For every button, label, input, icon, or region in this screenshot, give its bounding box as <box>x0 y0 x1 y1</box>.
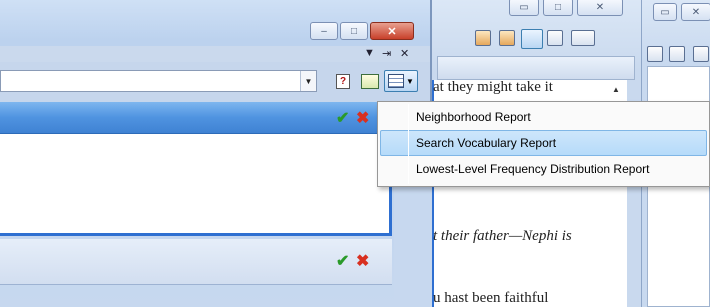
menu-item-frequency-distribution-report[interactable]: Lowest-Level Frequency Distribution Repo… <box>380 156 707 182</box>
chevron-down-icon[interactable]: ▼ <box>300 71 316 91</box>
scroll-up-arrow-icon[interactable]: ▲ <box>609 81 623 97</box>
maximize-icon: □ <box>350 25 358 37</box>
minimize-icon: – <box>321 25 327 37</box>
chevron-down-icon: ▼ <box>406 76 414 86</box>
document-header-bar <box>437 56 635 80</box>
split-view-icon[interactable] <box>475 30 491 46</box>
split-view-icon[interactable] <box>499 30 515 46</box>
search-toolbar: ▼ ? ▼ <box>0 62 430 102</box>
close-icon: ✕ <box>691 6 701 18</box>
insert-icon[interactable] <box>547 30 563 46</box>
menu-gutter <box>408 104 409 184</box>
toolbar-icon[interactable] <box>647 46 663 62</box>
close-icon: ✕ <box>595 1 605 13</box>
search-combo-box[interactable]: ▼ <box>0 70 317 92</box>
maximize-button[interactable]: □ <box>543 0 573 16</box>
window-margin <box>394 239 432 307</box>
close-button[interactable]: ✕ <box>681 3 710 21</box>
search-window: – □ ✕ ▼ ⇥ ✕ ▼ ? ▼ ✔ ✖ ✔ ✖ <box>0 0 432 307</box>
search-entry-area[interactable] <box>0 134 392 236</box>
report-view-icon[interactable] <box>521 29 543 49</box>
minimize-button[interactable]: – <box>310 22 338 40</box>
menu-item-search-vocabulary-report[interactable]: Search Vocabulary Report <box>380 130 707 156</box>
window-titlebar: – □ ✕ <box>0 0 430 46</box>
table-dropdown-icon[interactable] <box>571 30 595 46</box>
minimize-button[interactable]: ▭ <box>653 3 677 21</box>
menu-item-neighborhood-report[interactable]: Neighborhood Report <box>380 104 707 130</box>
cancel-icon[interactable]: ✖ <box>356 108 369 128</box>
toolbar-icon[interactable] <box>669 46 685 62</box>
secondary-entry-bar[interactable]: ✔ ✖ <box>0 239 392 285</box>
document-text-line: t their father—Nephi is <box>433 228 572 244</box>
check-icon[interactable]: ✔ <box>336 108 349 128</box>
close-button[interactable]: ✕ <box>370 22 414 40</box>
minimize-button[interactable]: ▭ <box>509 0 539 16</box>
graph-view-button[interactable] <box>358 70 382 92</box>
table-report-icon <box>388 74 405 88</box>
close-icon: ✕ <box>387 25 397 38</box>
graph-icon <box>361 73 379 89</box>
close-button[interactable]: ✕ <box>577 0 623 16</box>
help-button[interactable]: ? <box>334 70 352 92</box>
selected-row-header[interactable]: ✔ ✖ <box>0 102 430 134</box>
panel-options-strip: ▼ ⇥ ✕ <box>0 46 430 62</box>
pin-icon[interactable]: ⇥ <box>382 47 391 60</box>
toolbar-icon[interactable] <box>693 46 709 62</box>
maximize-button[interactable]: □ <box>340 22 368 40</box>
reports-dropdown-button[interactable]: ▼ <box>384 70 418 92</box>
reports-menu: Neighborhood Report Search Vocabulary Re… <box>377 101 710 187</box>
minimize-icon: ▭ <box>660 6 670 18</box>
panel-close-icon[interactable]: ✕ <box>400 47 409 60</box>
help-icon: ? <box>336 73 350 89</box>
document-text-line: at they might take it <box>433 79 553 95</box>
cancel-icon[interactable]: ✖ <box>356 251 369 271</box>
document-text-line: u hast been faithful <box>433 290 549 306</box>
check-icon[interactable]: ✔ <box>336 251 349 271</box>
minimize-icon: ▭ <box>519 1 529 13</box>
panel-menu-dropdown-icon[interactable]: ▼ <box>364 47 375 59</box>
maximize-icon: □ <box>554 1 562 13</box>
